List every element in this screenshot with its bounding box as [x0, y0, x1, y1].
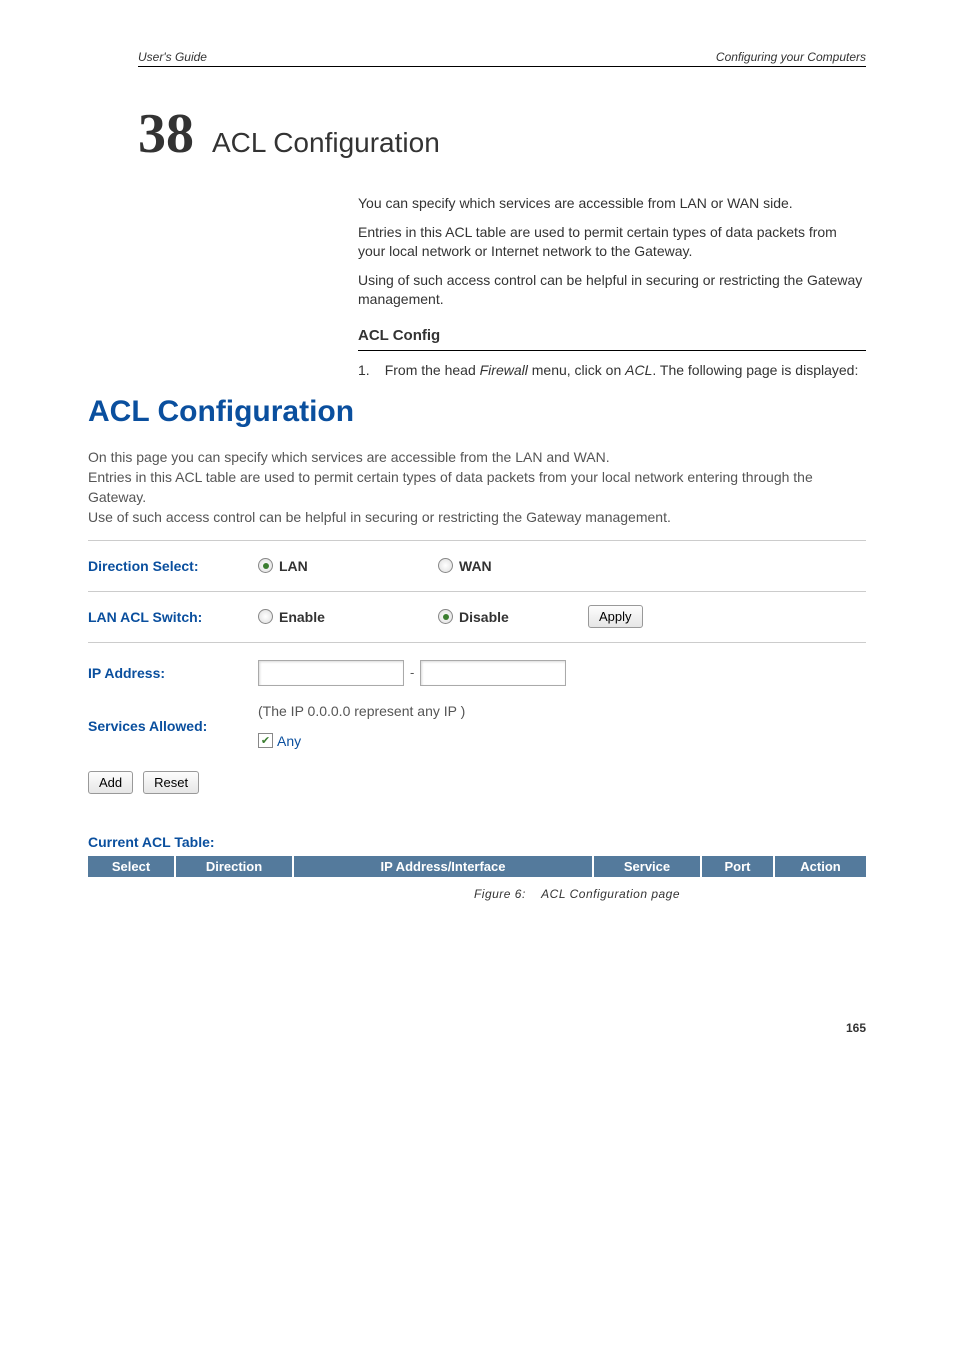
apply-button[interactable]: Apply [588, 605, 643, 628]
header-left: User's Guide [138, 50, 207, 64]
chapter-heading: 38 ACL Configuration [138, 102, 866, 166]
radio-enable-label: Enable [279, 609, 325, 625]
direction-select-label: Direction Select: [88, 558, 258, 574]
radio-wan-label: WAN [459, 558, 492, 574]
acl-intro-l2: Entries in this ACL table are used to pe… [88, 467, 866, 508]
radio-lan-label: LAN [279, 558, 308, 574]
acl-intro-l3: Use of such access control can be helpfu… [88, 507, 866, 527]
lan-acl-switch-label: LAN ACL Switch: [88, 609, 258, 625]
step-number: 1. [358, 361, 370, 380]
th-select: Select [88, 856, 176, 877]
section-heading: ACL Config [358, 326, 866, 350]
current-acl-table-title: Current ACL Table: [88, 834, 866, 850]
lan-acl-switch-row: LAN ACL Switch: Enable Disable Apply [88, 591, 866, 642]
radio-disable[interactable] [438, 609, 453, 624]
ip-address-label: IP Address: [88, 665, 258, 681]
ip-hint: (The IP 0.0.0.0 represent any IP ) [258, 703, 465, 719]
intro-block: You can specify which services are acces… [358, 194, 866, 380]
figure-caption: Figure 6: ACL Configuration page [288, 887, 866, 901]
th-port: Port [702, 856, 775, 877]
acl-table-header: Select Direction IP Address/Interface Se… [88, 856, 866, 877]
direction-select-row: Direction Select: LAN WAN [88, 540, 866, 591]
chapter-title: ACL Configuration [212, 127, 440, 159]
intro-p3: Using of such access control can be help… [358, 271, 866, 309]
figure-label: Figure 6: [474, 887, 526, 901]
reset-button[interactable]: Reset [143, 771, 199, 794]
intro-p2: Entries in this ACL table are used to pe… [358, 223, 866, 261]
figure-text: ACL Configuration page [541, 887, 680, 901]
services-allowed-row: Services Allowed: (The IP 0.0.0.0 repres… [88, 703, 866, 749]
checkbox-any-label: Any [277, 733, 301, 749]
services-allowed-label: Services Allowed: [88, 718, 258, 734]
step-1: 1. From the head Firewall menu, click on… [358, 361, 866, 380]
th-service: Service [594, 856, 702, 877]
th-action: Action [775, 856, 866, 877]
radio-lan[interactable] [258, 558, 273, 573]
ip-end-input[interactable] [420, 660, 566, 686]
acl-intro-l1: On this page you can specify which servi… [88, 447, 866, 467]
th-ip: IP Address/Interface [294, 856, 594, 877]
acl-intro: On this page you can specify which servi… [88, 447, 866, 528]
acl-config-title: ACL Configuration [88, 395, 866, 429]
chapter-number: 38 [138, 102, 194, 166]
ip-range-separator: - [404, 665, 420, 680]
page-number: 165 [88, 1021, 866, 1035]
step-text: From the head Firewall menu, click on AC… [385, 361, 859, 380]
page-header: User's Guide Configuring your Computers [138, 50, 866, 67]
radio-wan[interactable] [438, 558, 453, 573]
radio-enable[interactable] [258, 609, 273, 624]
add-button[interactable]: Add [88, 771, 133, 794]
radio-disable-label: Disable [459, 609, 509, 625]
th-direction: Direction [176, 856, 294, 877]
ip-start-input[interactable] [258, 660, 404, 686]
intro-p1: You can specify which services are acces… [358, 194, 866, 213]
checkbox-any[interactable]: ✔ [258, 733, 273, 748]
ip-address-row: IP Address: - [88, 642, 866, 703]
header-right: Configuring your Computers [716, 50, 866, 64]
